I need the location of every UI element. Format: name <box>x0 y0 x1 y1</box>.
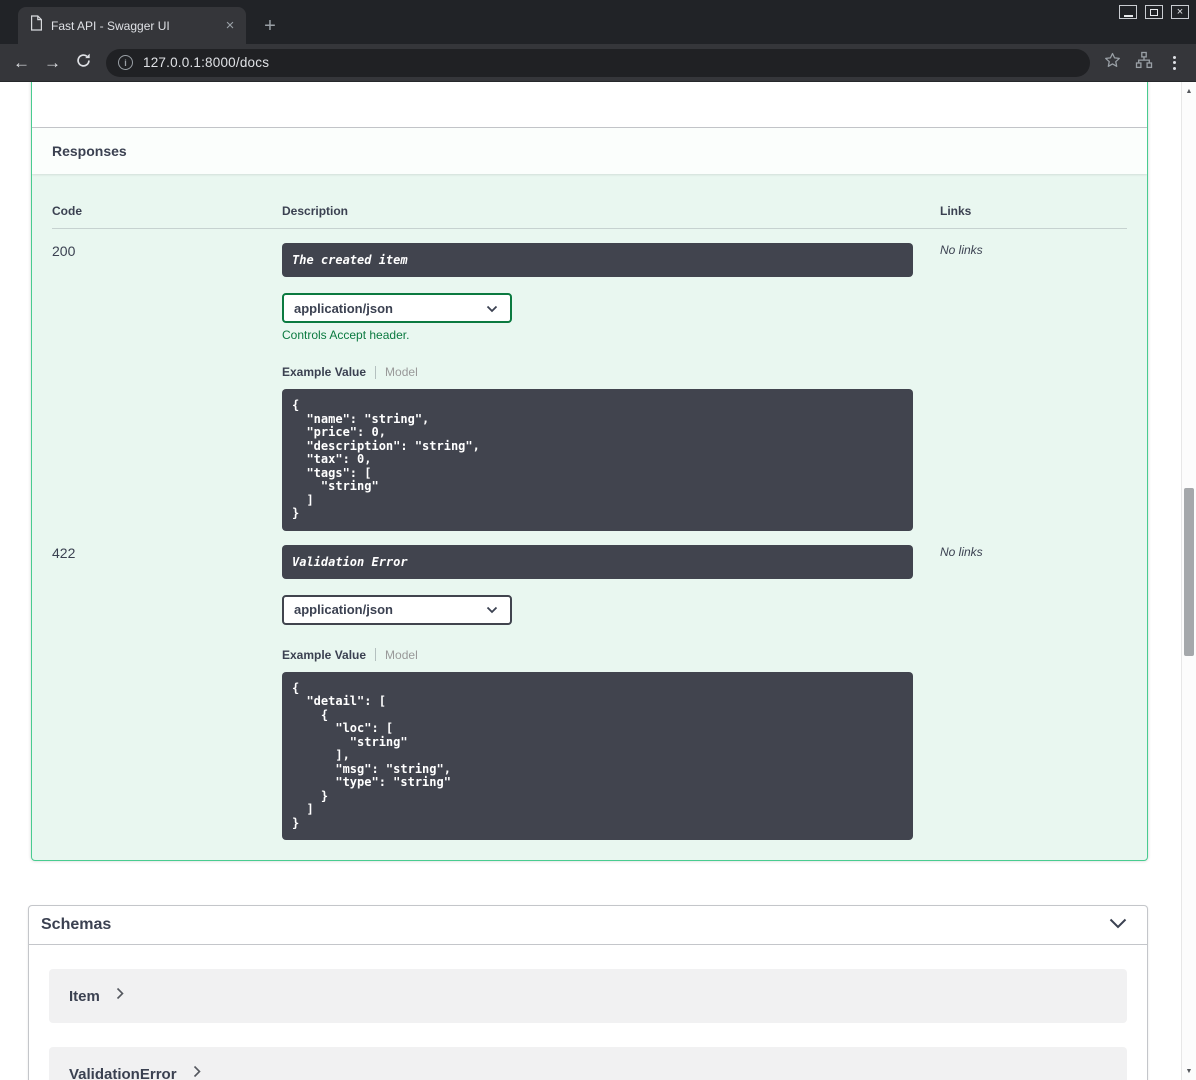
reload-button[interactable] <box>68 47 99 79</box>
model-item[interactable]: Item <box>49 969 1127 1023</box>
column-header-links: Links <box>940 204 972 218</box>
model-tab[interactable]: Model <box>385 365 418 379</box>
response-description-box: Validation Error <box>282 544 913 579</box>
url-text: 127.0.0.1:8000/docs <box>143 55 270 70</box>
back-button[interactable]: ← <box>6 47 37 79</box>
example-model-tabs: Example Value Model <box>282 365 940 379</box>
maximize-icon <box>1150 8 1158 16</box>
window-controls: × <box>1119 5 1189 19</box>
page-scrollbar[interactable]: ▲ ▼ <box>1181 82 1196 1080</box>
site-info-icon[interactable]: i <box>118 55 133 70</box>
scroll-down-button[interactable]: ▼ <box>1182 1063 1196 1079</box>
back-arrow-icon: ← <box>13 52 30 72</box>
column-header-code: Code <box>52 204 82 218</box>
forward-button[interactable]: → <box>37 47 68 79</box>
tab-divider <box>375 365 377 379</box>
forward-arrow-icon: → <box>44 52 61 72</box>
operation-panel: Responses Code Description Links 200 The… <box>31 82 1148 861</box>
schemas-title: Schemas <box>41 916 112 933</box>
scrollbar-thumb[interactable] <box>1184 488 1194 656</box>
page-content: Responses Code Description Links 200 The… <box>0 82 1196 1080</box>
response-code: 200 <box>52 243 76 259</box>
info-glyph: i <box>124 57 127 68</box>
window-close-button[interactable]: × <box>1171 5 1189 19</box>
responses-section-header: Responses <box>32 128 1147 174</box>
menu-button[interactable] <box>1159 47 1190 79</box>
model-name: Item <box>69 987 100 1005</box>
chevron-right-icon <box>193 1065 201 1080</box>
bookmark-button[interactable] <box>1097 47 1128 79</box>
example-model-tabs: Example Value Model <box>282 648 940 662</box>
schemas-header[interactable]: Schemas <box>29 906 1147 945</box>
model-item[interactable]: ValidationError <box>49 1047 1127 1080</box>
media-type-value: application/json <box>294 602 393 617</box>
chevron-right-icon <box>116 987 124 1005</box>
chevron-down-icon[interactable] <box>1109 916 1127 934</box>
close-icon: × <box>225 17 235 34</box>
media-type-select[interactable]: application/json <box>282 293 512 323</box>
close-icon: × <box>1176 5 1184 18</box>
maximize-button[interactable] <box>1145 5 1163 19</box>
scroll-up-button[interactable]: ▲ <box>1182 83 1196 99</box>
chevron-down-icon <box>486 301 498 316</box>
responses-table: Code Description Links 200 The created i… <box>32 174 1147 860</box>
responses-table-header: Code Description Links <box>52 194 1127 229</box>
model-tab[interactable]: Model <box>385 648 418 662</box>
document-icon <box>30 15 43 36</box>
extension-button[interactable] <box>1128 47 1159 79</box>
model-name: ValidationError <box>69 1065 177 1080</box>
tab-title: Fast API - Swagger UI <box>51 18 170 33</box>
triangle-down-icon: ▼ <box>1185 1067 1193 1075</box>
media-type-value: application/json <box>294 300 393 316</box>
schemas-list: Item ValidationError <box>29 945 1147 1080</box>
accept-header-note: Controls Accept header. <box>282 328 410 342</box>
schemas-section: Schemas Item ValidationError <box>28 905 1148 1080</box>
media-type-select[interactable]: application/json <box>282 594 512 625</box>
minimize-button[interactable] <box>1119 5 1137 19</box>
response-code: 422 <box>52 544 76 561</box>
address-bar[interactable]: i 127.0.0.1:8000/docs <box>106 48 1090 77</box>
star-icon <box>1103 51 1122 75</box>
plus-icon: + <box>264 14 276 37</box>
sitemap-icon <box>1135 51 1153 74</box>
minimize-icon <box>1123 14 1133 17</box>
tab-close-button[interactable]: × <box>222 18 238 33</box>
chevron-down-icon <box>486 602 498 617</box>
triangle-up-icon: ▲ <box>1185 87 1193 95</box>
example-value-tab[interactable]: Example Value <box>282 648 366 662</box>
tab-divider <box>375 648 377 661</box>
response-row-200: 200 The created item application/json Co… <box>52 229 1127 531</box>
column-header-description: Description <box>282 204 349 218</box>
reload-icon <box>75 52 92 74</box>
example-value-tab[interactable]: Example Value <box>282 365 366 379</box>
response-description-box: The created item <box>282 243 913 277</box>
response-links: No links <box>940 243 983 257</box>
window-titlebar: Fast API - Swagger UI × + × <box>0 0 1196 44</box>
response-row-422: 422 Validation Error application/json Ex… <box>52 531 1127 840</box>
responses-title: Responses <box>52 143 127 159</box>
kebab-menu-icon <box>1173 55 1176 70</box>
browser-tab[interactable]: Fast API - Swagger UI × <box>18 7 246 44</box>
browser-toolbar: ← → i 127.0.0.1:8000/docs <box>0 44 1196 82</box>
example-json-block: { "name": "string", "price": 0, "descrip… <box>282 389 913 531</box>
example-json-block: { "detail": [ { "loc": [ "string" ], "ms… <box>282 671 913 840</box>
operation-body-top <box>32 82 1147 128</box>
response-links: No links <box>940 544 983 559</box>
new-tab-button[interactable]: + <box>256 12 284 40</box>
